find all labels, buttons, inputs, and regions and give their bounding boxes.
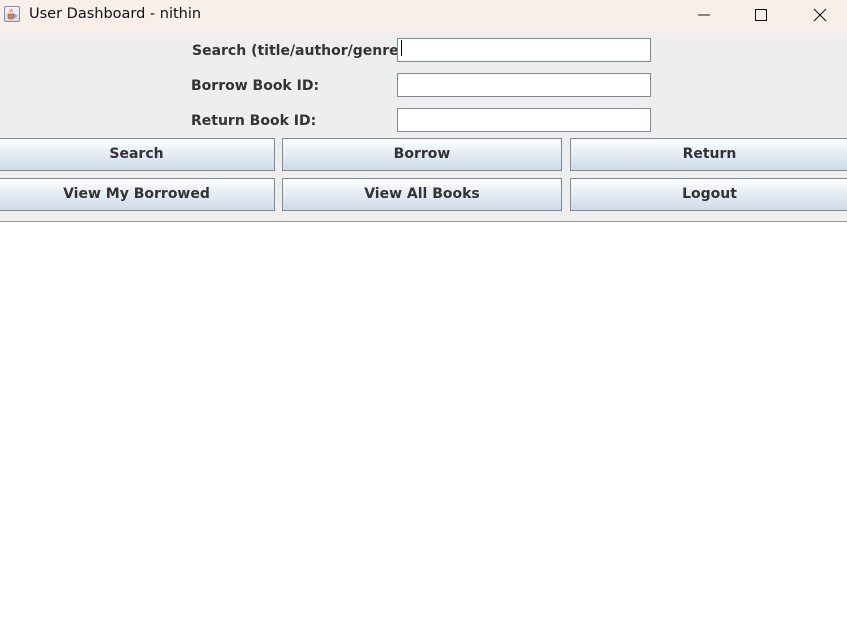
view-my-borrowed-button[interactable]: View My Borrowed [0,178,275,211]
search-label: Search (title/author/genre): [192,43,411,59]
borrow-button[interactable]: Borrow [282,138,562,171]
return-button[interactable]: Return [570,138,847,171]
maximize-icon [755,9,767,21]
close-icon [813,8,827,22]
text-caret [401,40,402,56]
minimize-icon [698,14,710,16]
view-all-books-button[interactable]: View All Books [282,178,562,211]
return-book-id-label: Return Book ID: [191,113,317,129]
search-input[interactable] [397,38,651,62]
user-dashboard-window: User Dashboard - nithin Search (title/au… [0,0,847,633]
window-title: User Dashboard - nithin [29,6,202,22]
search-button[interactable]: Search [0,138,275,171]
form-panel: Search (title/author/genre): Borrow Book… [0,33,847,222]
return-book-id-input[interactable] [397,108,651,132]
borrow-book-id-label: Borrow Book ID: [191,78,320,94]
maximize-button[interactable] [733,0,789,31]
results-area[interactable] [0,222,847,633]
close-button[interactable] [792,0,847,31]
borrow-book-id-input[interactable] [397,73,651,97]
minimize-button[interactable] [676,0,732,31]
java-cup-icon[interactable] [4,6,20,22]
logout-button[interactable]: Logout [570,178,847,211]
title-bar[interactable]: User Dashboard - nithin [0,0,847,33]
